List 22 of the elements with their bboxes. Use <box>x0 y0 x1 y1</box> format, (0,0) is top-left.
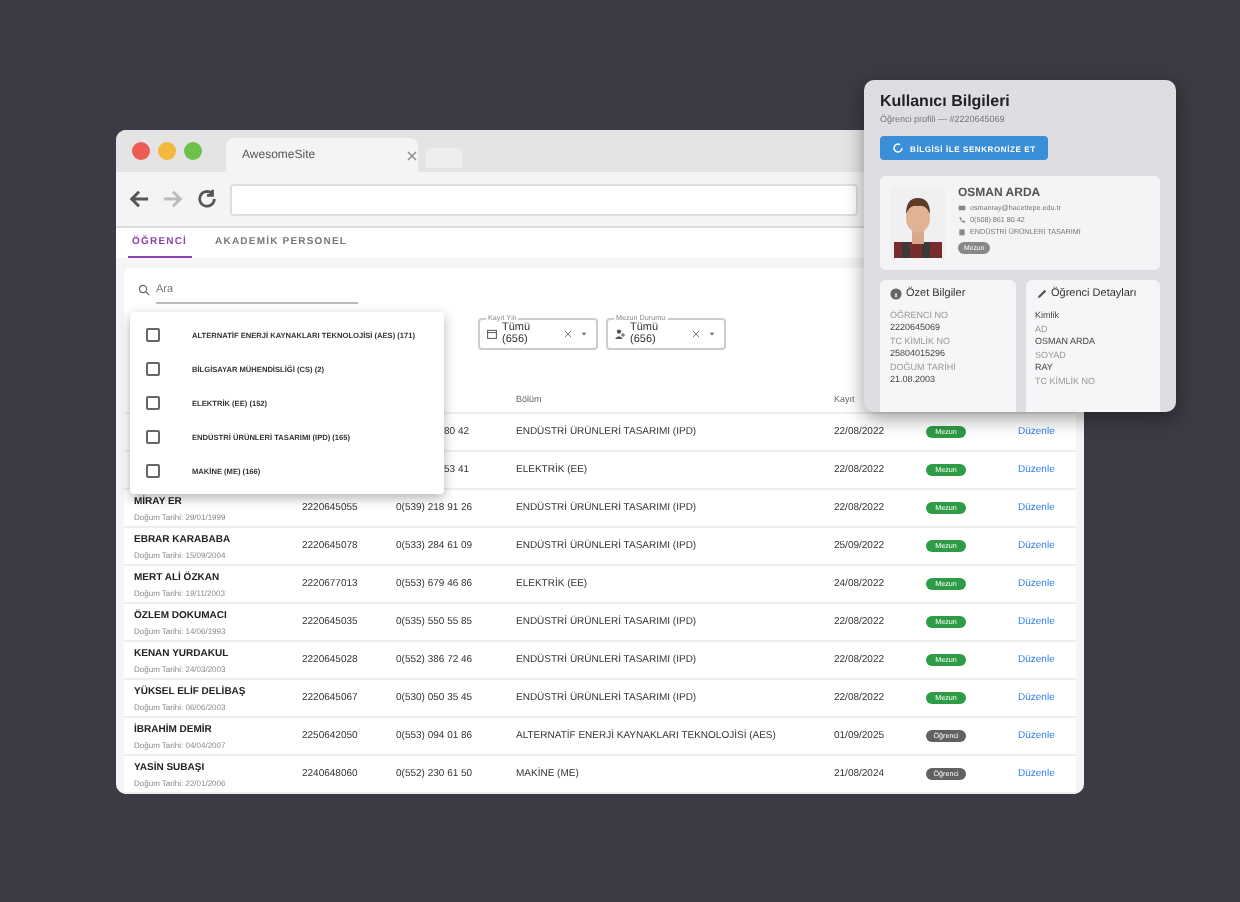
checkbox[interactable] <box>146 464 160 478</box>
checkbox[interactable] <box>146 430 160 444</box>
checkbox[interactable] <box>146 362 160 376</box>
checkbox[interactable] <box>146 328 160 342</box>
close-icon[interactable] <box>406 149 418 161</box>
checkbox[interactable] <box>146 396 160 410</box>
clear-icon[interactable] <box>690 328 702 340</box>
caret-icon[interactable] <box>578 328 590 340</box>
calendar-icon <box>486 328 498 340</box>
back-icon[interactable] <box>128 188 150 211</box>
close-button[interactable] <box>132 142 150 160</box>
mail-icon <box>958 204 966 212</box>
search-icon <box>138 284 150 296</box>
clear-icon[interactable] <box>562 328 574 340</box>
info-icon <box>890 288 902 300</box>
reload-icon[interactable] <box>196 188 218 211</box>
panel-title: Kullanıcı Bilgileri <box>880 92 1012 110</box>
caret-icon[interactable] <box>706 328 718 340</box>
phone-icon <box>958 216 966 224</box>
sync-icon <box>892 142 904 154</box>
pencil-icon <box>1035 288 1047 300</box>
person-icon <box>614 328 626 340</box>
